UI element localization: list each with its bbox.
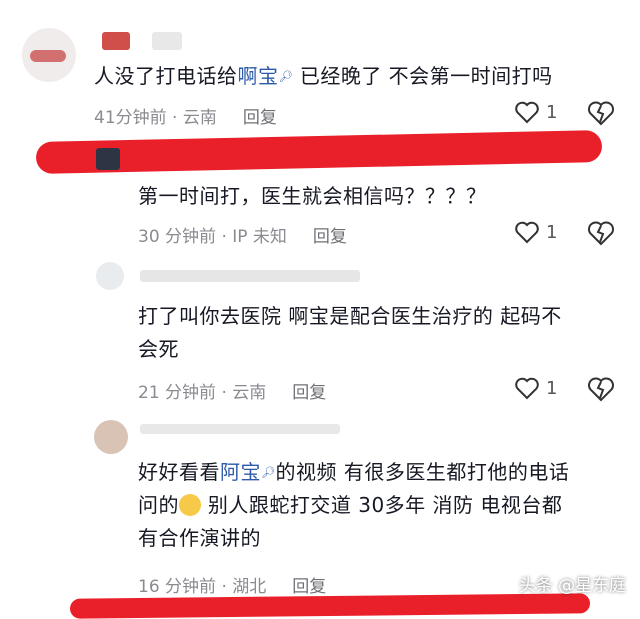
- mention-link[interactable]: 啊宝: [238, 64, 279, 88]
- comment-text: 好好看看阿宝🔎︎的视频 有很多医生都打他的电话 问的 别人跟蛇打交道 30多年 …: [138, 456, 569, 555]
- search-icon[interactable]: 🔎︎: [261, 466, 275, 479]
- comment-text: 打了叫你去医院 啊宝是配合医生治疗的 起码不 会死: [138, 300, 562, 366]
- search-icon[interactable]: 🔎︎: [279, 70, 293, 83]
- comment-line: 会死: [138, 337, 179, 361]
- dislike-button[interactable]: [587, 100, 615, 130]
- like-count: 1: [546, 221, 558, 243]
- reply-button[interactable]: 回复: [313, 222, 347, 247]
- grin-sweat-emoji-icon: [179, 493, 201, 516]
- like-button[interactable]: 1: [514, 376, 557, 400]
- time-location: 21 分钟前 · 云南: [138, 383, 267, 403]
- comment-meta: 16 分钟前 · 湖北 回复: [138, 572, 326, 597]
- broken-heart-icon: [588, 101, 614, 126]
- comment-line: 有合作演讲的: [138, 526, 261, 550]
- red-highlight-stroke: [35, 130, 603, 174]
- username-blurred[interactable]: [140, 424, 340, 434]
- mention-link[interactable]: 阿宝: [220, 460, 261, 484]
- comment-line: 问的 别人跟蛇打交道 30多年 消防 电视台都: [138, 493, 563, 517]
- avatar[interactable]: [96, 148, 120, 170]
- avatar[interactable]: [22, 28, 76, 82]
- comment-text: 第一时间打，医生就会相信吗？？？？: [138, 184, 487, 208]
- dislike-button[interactable]: [587, 376, 615, 406]
- reply-button[interactable]: 回复: [292, 378, 326, 403]
- heart-icon: [515, 377, 539, 400]
- reply-button[interactable]: 回复: [243, 103, 277, 128]
- like-count: 1: [546, 377, 558, 399]
- heart-icon: [515, 221, 539, 244]
- username-blurred[interactable]: [140, 270, 360, 282]
- broken-heart-icon: [588, 377, 614, 402]
- like-button[interactable]: 1: [514, 100, 557, 124]
- comment-meta: 41分钟前 · 云南 回复: [94, 103, 277, 128]
- comment-line: 打了叫你去医院 啊宝是配合医生治疗的 起码不: [138, 304, 562, 328]
- comment-line: 好好看看阿宝🔎︎的视频 有很多医生都打他的电话: [138, 460, 570, 484]
- username-blurred[interactable]: [102, 32, 130, 50]
- watermark-text: 头条 @星东庭: [518, 576, 626, 596]
- comment-text: 人没了打电话给啊宝🔎︎ 已经晚了 不会第一时间打吗: [94, 64, 553, 88]
- dislike-button[interactable]: [587, 220, 615, 250]
- watermark: 头条 @星东庭: [519, 571, 626, 596]
- like-count: 1: [546, 101, 558, 123]
- username-blurred[interactable]: [152, 32, 182, 50]
- heart-icon: [515, 101, 539, 124]
- red-highlight-stroke: [69, 593, 591, 619]
- like-button[interactable]: 1: [514, 220, 557, 244]
- time-location: 16 分钟前 · 湖北: [138, 577, 267, 597]
- broken-heart-icon: [588, 221, 614, 246]
- time-location: 41分钟前 · 云南: [94, 108, 217, 128]
- time-location: 30 分钟前 · IP 未知: [138, 227, 287, 247]
- comment-meta: 21 分钟前 · 云南 回复: [138, 378, 326, 403]
- avatar[interactable]: [96, 262, 124, 290]
- comment-meta: 30 分钟前 · IP 未知 回复: [138, 222, 347, 247]
- avatar[interactable]: [94, 420, 128, 454]
- reply-button[interactable]: 回复: [292, 572, 326, 597]
